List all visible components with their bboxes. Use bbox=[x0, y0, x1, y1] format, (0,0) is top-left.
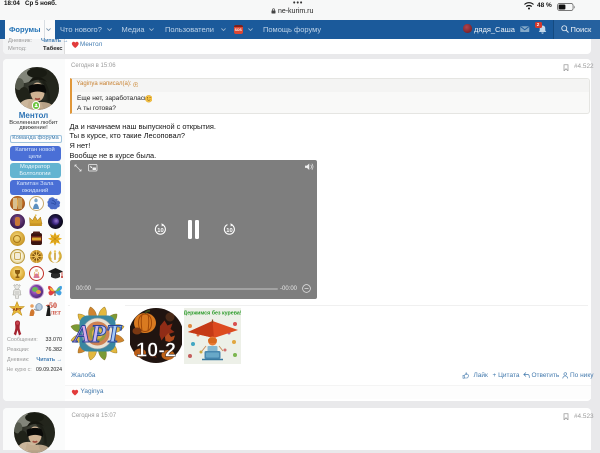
svg-text:50: 50 bbox=[49, 301, 57, 310]
svg-text:10: 10 bbox=[226, 227, 232, 233]
svg-text:10: 10 bbox=[157, 227, 163, 233]
svg-text:10-2: 10-2 bbox=[135, 340, 175, 362]
svg-text:АРТ: АРТ bbox=[13, 307, 22, 312]
svg-text:ЛЕТ: ЛЕТ bbox=[51, 312, 62, 317]
svg-text:Держимся без курева!: Держимся без курева! bbox=[184, 310, 241, 317]
svg-text:АРТ: АРТ bbox=[72, 321, 123, 348]
